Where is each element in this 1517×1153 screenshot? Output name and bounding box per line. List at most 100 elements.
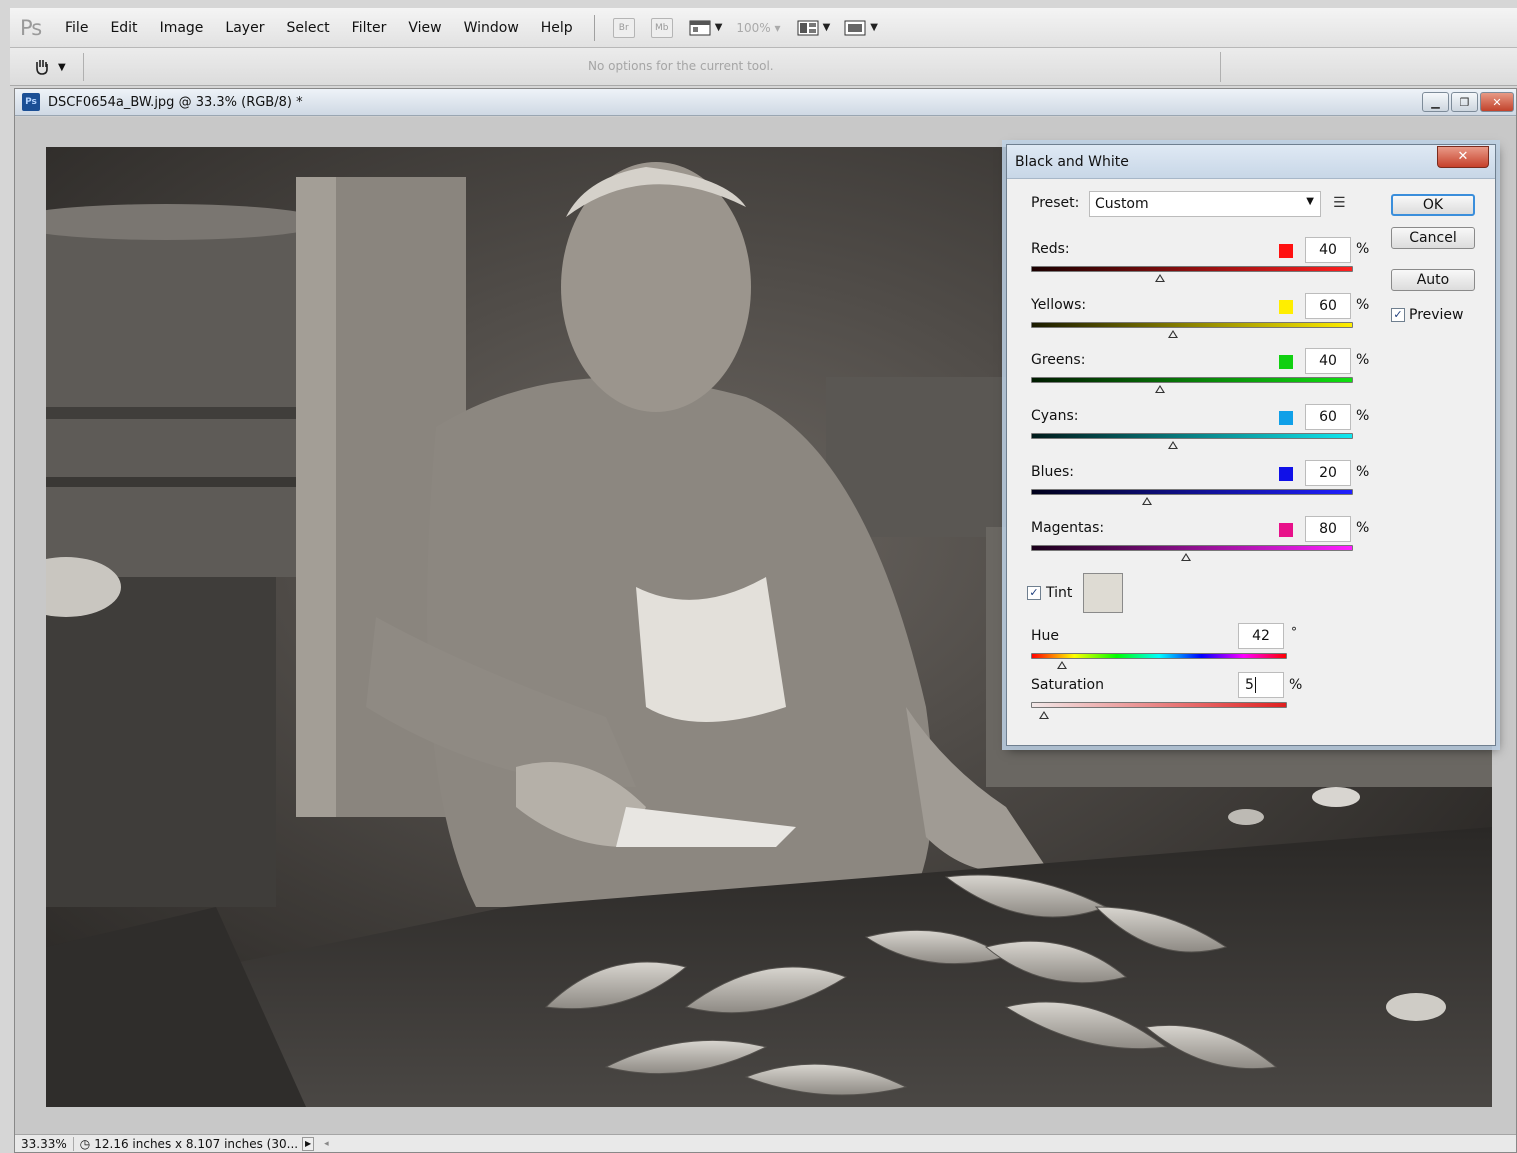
slider-thumb[interactable] [1141,496,1152,505]
menu-view[interactable]: View [397,8,452,48]
screen-mode-icon[interactable] [844,18,866,38]
slider-label: Reds: [1031,241,1070,257]
dialog-close-button[interactable]: ✕ [1437,146,1489,168]
menu-window[interactable]: Window [453,8,530,48]
ok-button[interactable]: OK [1391,194,1475,216]
chevron-down-icon[interactable]: ▼ [823,22,831,33]
menu-filter[interactable]: Filter [341,8,398,48]
close-button[interactable]: ✕ [1480,92,1514,112]
cancel-button[interactable]: Cancel [1391,227,1475,249]
window-controls: ▁ ❐ ✕ [1422,92,1514,112]
minimize-button[interactable]: ▁ [1422,92,1449,112]
percent-label: % [1356,241,1370,257]
preset-label: Preset: [1031,195,1080,211]
slider-thumb[interactable] [1180,552,1191,561]
preset-dropdown[interactable]: Custom ▼ [1089,191,1321,217]
hue-input[interactable]: 42 [1238,623,1284,649]
slider-value-input[interactable]: 80 [1305,515,1351,542]
slider-color-swatch [1279,411,1293,426]
slider-value-input[interactable]: 60 [1305,292,1351,319]
menu-file[interactable]: File [54,8,99,48]
tool-preset-picker[interactable]: ▼ [18,53,84,81]
menu-select[interactable]: Select [275,8,340,48]
slider-thumb[interactable] [1154,274,1165,282]
arrange-documents-icon[interactable] [797,18,819,38]
preset-options-icon[interactable]: ☰ [1333,195,1346,211]
slider-track[interactable] [1031,321,1353,328]
slider-label: Magentas: [1031,519,1105,536]
percent-label: % [1356,519,1370,536]
hue-slider-track[interactable] [1031,653,1287,659]
black-and-white-dialog: Black and White ✕ Preset: Custom ▼ ☰ OK … [1006,144,1496,746]
hue-label: Hue [1031,628,1060,644]
tint-color-swatch[interactable] [1083,573,1123,613]
slider-label: Yellows: [1031,296,1087,313]
slider-color-swatch [1279,355,1293,370]
saturation-input[interactable]: 5 [1238,672,1284,698]
percent-label: % [1356,352,1370,369]
chevron-down-icon[interactable]: ▼ [870,22,878,33]
document-title: DSCF0654a_BW.jpg @ 33.3% (RGB/8) * [48,94,303,110]
restore-button[interactable]: ❐ [1451,92,1478,112]
no-options-message: No options for the current tool. [588,59,774,73]
saturation-value: 5 [1245,677,1254,693]
hue-slider-thumb[interactable] [1056,661,1067,669]
photoshop-logo: Ps [20,15,42,40]
menu-image[interactable]: Image [149,8,215,48]
slider-track[interactable] [1031,488,1353,495]
status-zoom[interactable]: 33.33% [15,1136,74,1151]
slider-label: Cyans: [1031,408,1079,425]
mini-bridge-icon[interactable]: Mb [650,17,673,38]
preview-checkbox[interactable]: ✓ [1391,308,1405,322]
slider-label: Blues: [1031,463,1074,480]
slider-thumb[interactable] [1167,329,1178,338]
slider-value-input[interactable]: 40 [1305,237,1351,263]
slider-label: Greens: [1031,352,1086,369]
view-extras-icon[interactable] [689,18,711,38]
slider-track[interactable] [1031,266,1353,272]
slider-value-input[interactable]: 20 [1305,459,1351,486]
menu-bar: Ps File Edit Image Layer Select Filter V… [10,8,1517,48]
slider-thumb[interactable] [1167,441,1178,450]
preview-label: Preview [1409,307,1464,323]
slider-value-input[interactable]: 60 [1305,404,1351,431]
slider-thumb[interactable] [1154,385,1165,394]
slider-color-swatch [1279,244,1293,258]
photoshop-document-icon: Ps [22,93,40,111]
hue-unit: ° [1291,625,1297,639]
percent-label: % [1356,463,1370,480]
bridge-icon[interactable]: Br [612,17,635,38]
chevron-down-icon[interactable]: ▼ [715,22,723,33]
dialog-titlebar[interactable]: Black and White ✕ [1007,145,1495,179]
slider-color-swatch [1279,466,1293,481]
hand-icon [36,60,48,75]
slider-track[interactable] [1031,544,1353,551]
preset-value: Custom [1095,196,1149,212]
document-titlebar[interactable]: Ps DSCF0654a_BW.jpg @ 33.3% (RGB/8) * ▁ … [15,89,1516,116]
status-document-info: ◷ 12.16 inches x 8.107 inches (30... ▶ ◂ [74,1136,335,1151]
saturation-slider-thumb[interactable] [1038,711,1049,719]
status-bar: 33.33% ◷ 12.16 inches x 8.107 inches (30… [15,1134,1516,1152]
tint-label: Tint [1046,585,1073,601]
slider-value-input[interactable]: 40 [1305,348,1351,375]
auto-button[interactable]: Auto [1391,269,1475,291]
tint-checkbox[interactable]: ✓ [1027,586,1041,600]
chevron-down-icon: ▼ [58,61,66,73]
options-divider [1220,52,1221,82]
status-menu-arrow-icon[interactable]: ▶ [302,1136,315,1151]
info-icon: ◷ [79,1136,91,1151]
options-bar: ▼ No options for the current tool. [10,48,1517,86]
scroll-left-icon[interactable]: ◂ [324,1139,329,1149]
zoom-level-dropdown[interactable]: 100% ▾ [736,21,780,35]
menu-layer[interactable]: Layer [214,8,275,48]
text-cursor [1254,677,1256,693]
saturation-slider-track[interactable] [1031,702,1287,708]
chevron-down-icon: ▼ [1306,196,1314,207]
slider-track[interactable] [1031,377,1353,384]
saturation-label: Saturation [1031,677,1104,693]
percent-label: % [1356,408,1370,425]
slider-track[interactable] [1031,433,1353,440]
menu-help[interactable]: Help [530,8,584,48]
dialog-title: Black and White [1015,154,1129,170]
menu-edit[interactable]: Edit [99,8,148,48]
